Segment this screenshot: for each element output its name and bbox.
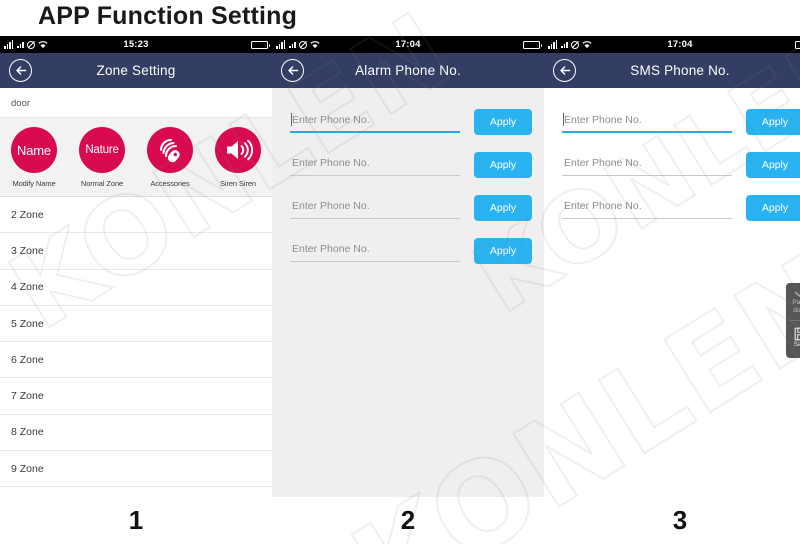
name-text-icon: Name xyxy=(11,127,57,173)
phone-row: Apply xyxy=(544,186,800,229)
list-item[interactable]: 2 Zone xyxy=(0,197,272,234)
text-caret xyxy=(563,113,564,126)
action-modify-name[interactable]: Name Modify Name xyxy=(0,127,68,188)
phone-input[interactable] xyxy=(562,197,732,217)
status-bar-time: 17:04 xyxy=(667,39,693,50)
list-item[interactable]: 4 Zone xyxy=(0,269,272,306)
phone-input-wrapper xyxy=(290,239,460,262)
phone-screen-sms-phone-no: 17:04 SMS Phone No. Apply xyxy=(544,36,800,497)
floating-toolbar: Page-down Save xyxy=(786,283,800,358)
save-button[interactable]: Save xyxy=(786,324,800,352)
page-down-button[interactable]: Page-down xyxy=(786,288,800,317)
page-title: APP Function Setting xyxy=(38,2,298,30)
phone-screen-zone-setting: 15:23 Zone Setting door Name Modify Name xyxy=(0,36,272,497)
toolbar-divider xyxy=(790,320,800,321)
phone-row: Apply xyxy=(272,100,544,143)
action-caption: Modify Name xyxy=(12,179,56,188)
text-caret xyxy=(291,113,292,126)
apply-button[interactable]: Apply xyxy=(746,108,800,135)
nav-title: Zone Setting xyxy=(96,63,176,78)
phone-input[interactable] xyxy=(290,154,460,174)
phone-row: Apply xyxy=(272,186,544,229)
zone-name-label: door xyxy=(0,88,272,118)
sms-phone-form: Apply Apply Apply Page-down xyxy=(544,88,800,497)
phone-input-wrapper xyxy=(290,196,460,219)
alarm-phone-form: Apply Apply Apply Apply xyxy=(272,88,544,497)
status-bar-right-icons xyxy=(795,40,800,49)
status-bar-right-icons xyxy=(523,40,542,49)
back-arrow-icon[interactable] xyxy=(281,59,304,82)
status-bar: 17:04 xyxy=(272,36,544,53)
apply-button[interactable]: Apply xyxy=(474,108,532,135)
battery-icon xyxy=(523,40,542,49)
apply-button[interactable]: Apply xyxy=(474,194,532,221)
phone-row: Apply xyxy=(272,143,544,186)
phone-input-wrapper xyxy=(290,153,460,176)
phone-row: Apply xyxy=(544,143,800,186)
figure-caption-3: 3 xyxy=(672,505,688,535)
zone-action-row: Name Modify Name Nature Normal Zone Acce… xyxy=(0,118,272,197)
circle-label: Nature xyxy=(85,144,119,156)
phone-input[interactable] xyxy=(562,154,732,174)
save-label: Save xyxy=(793,341,800,348)
nav-title: Alarm Phone No. xyxy=(355,63,461,78)
action-caption: Siren Siren xyxy=(219,179,256,188)
list-item[interactable]: 9 Zone xyxy=(0,451,272,488)
remote-signal-icon xyxy=(147,127,193,173)
zone-list: 2 Zone 3 Zone 4 Zone 5 Zone 6 Zone 7 Zon… xyxy=(0,197,272,488)
nature-text-icon: Nature xyxy=(79,127,125,173)
phone-input-wrapper xyxy=(562,153,732,176)
phone-input-wrapper xyxy=(562,196,732,219)
status-bar-right-icons xyxy=(251,40,270,49)
action-siren[interactable]: Siren Siren xyxy=(204,127,272,188)
action-normal-zone[interactable]: Nature Normal Zone xyxy=(68,127,136,188)
phone-input-wrapper xyxy=(290,110,460,133)
nav-bar: SMS Phone No. xyxy=(544,53,800,88)
page-down-label: Page-down xyxy=(792,299,800,314)
apply-button[interactable]: Apply xyxy=(746,151,800,178)
phone-screen-alarm-phone-no: 17:04 Alarm Phone No. Apply xyxy=(272,36,544,497)
status-bar: 15:23 xyxy=(0,36,272,53)
floppy-disk-save-icon xyxy=(794,327,800,341)
apply-button[interactable]: Apply xyxy=(474,151,532,178)
list-item[interactable]: 3 Zone xyxy=(0,233,272,270)
chevron-down-icon xyxy=(794,291,800,298)
figure-caption-1: 1 xyxy=(128,505,144,535)
figure-caption-2: 2 xyxy=(400,505,416,535)
list-item[interactable]: 6 Zone xyxy=(0,342,272,379)
phone-row: Apply xyxy=(544,100,800,143)
circle-label: Name xyxy=(17,142,51,158)
action-caption: Normal Zone xyxy=(80,179,124,188)
nav-title: SMS Phone No. xyxy=(630,63,730,78)
nav-bar: Alarm Phone No. xyxy=(272,53,544,88)
phone-input[interactable] xyxy=(290,197,460,217)
phone-input[interactable] xyxy=(290,240,460,260)
list-item[interactable]: 7 Zone xyxy=(0,378,272,415)
apply-button[interactable]: Apply xyxy=(474,237,532,264)
action-caption: Accessories xyxy=(150,179,190,188)
speaker-icon xyxy=(215,127,261,173)
phone-row: Apply xyxy=(272,229,544,272)
nav-bar: Zone Setting xyxy=(0,53,272,88)
list-item[interactable]: 5 Zone xyxy=(0,305,272,343)
back-arrow-icon[interactable] xyxy=(553,59,576,82)
phone-input-wrapper xyxy=(562,110,732,133)
back-arrow-icon[interactable] xyxy=(9,59,32,82)
battery-icon xyxy=(795,40,800,49)
apply-button[interactable]: Apply xyxy=(746,194,800,221)
status-bar: 17:04 xyxy=(544,36,800,53)
battery-icon xyxy=(251,40,270,49)
list-item[interactable]: 8 Zone xyxy=(0,414,272,452)
phone-input[interactable] xyxy=(290,111,460,131)
status-bar-time: 15:23 xyxy=(123,39,149,50)
zone-setting-body: door Name Modify Name Nature Normal Zone xyxy=(0,88,272,497)
screenshot-root: APP Function Setting 15:23 Zone Setting … xyxy=(0,0,800,544)
status-bar-time: 17:04 xyxy=(395,39,421,50)
phone-input[interactable] xyxy=(562,111,732,131)
action-accessories[interactable]: Accessories xyxy=(136,127,204,188)
